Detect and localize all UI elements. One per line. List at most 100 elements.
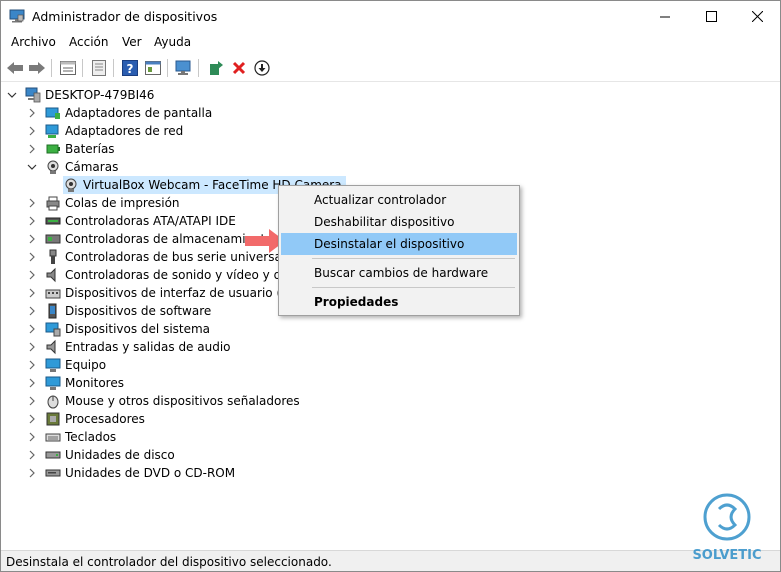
menu-ver[interactable]: Ver [122, 35, 142, 49]
close-icon [751, 11, 763, 22]
tree-item-label: Controladoras de sonido y vídeo y dispo [65, 268, 306, 282]
tree-item-label: Equipo [65, 358, 107, 372]
chevron-right-icon[interactable] [27, 234, 37, 244]
chevron-right-icon[interactable] [27, 378, 37, 388]
ctx-uninstall-device[interactable]: Desinstalar el dispositivo [281, 233, 517, 255]
chevron-right-icon[interactable] [27, 396, 37, 406]
tree-category-item[interactable]: Teclados [27, 428, 116, 446]
tree-category-item[interactable]: Cámaras [27, 158, 118, 176]
ctx-disable-device[interactable]: Deshabilitar dispositivo [281, 211, 517, 233]
tree-category-item[interactable]: Procesadores [27, 410, 145, 428]
chevron-right-icon[interactable] [27, 108, 37, 118]
red-x-icon [232, 61, 246, 75]
tree-item-label: Adaptadores de red [65, 124, 184, 138]
computer-icon [45, 358, 61, 372]
tree-root[interactable]: DESKTOP-479BI46 [7, 86, 154, 104]
ctx-properties[interactable]: Propiedades [281, 291, 517, 313]
ctx-scan-hardware[interactable]: Buscar cambios de hardware [281, 262, 517, 284]
tree-item-label: Dispositivos de interfaz de usuario (HID… [65, 286, 308, 300]
tree-category-item[interactable]: Unidades de disco [27, 446, 175, 464]
uninstall-button[interactable] [229, 58, 249, 78]
scan-hardware-button[interactable] [174, 58, 194, 78]
chevron-right-icon[interactable] [27, 144, 37, 154]
mouse-icon [47, 395, 59, 409]
svg-text:?: ? [127, 62, 134, 76]
tree-item-label: Adaptadores de pantalla [65, 106, 213, 120]
tree-item-label: Dispositivos del sistema [65, 322, 211, 336]
update-driver-icon [210, 61, 223, 75]
help-button[interactable]: ? [120, 58, 140, 78]
chevron-right-icon[interactable] [27, 450, 37, 460]
menu-bar: Archivo Acción Ver Ayuda [1, 32, 780, 54]
chevron-right-icon[interactable] [27, 414, 37, 424]
tree-category-item[interactable]: Baterías [27, 140, 115, 158]
minimize-button[interactable] [642, 1, 688, 32]
chevron-down-icon[interactable] [7, 90, 17, 100]
tree-item-label: Cámaras [65, 160, 119, 174]
maximize-button[interactable] [688, 1, 734, 32]
chevron-right-icon[interactable] [27, 432, 37, 442]
status-bar: Desinstala el controlador del dispositiv… [1, 550, 780, 571]
chevron-right-icon[interactable] [27, 288, 37, 298]
network-adapter-icon [45, 124, 59, 138]
chevron-right-icon[interactable] [27, 306, 37, 316]
tree-item-label: Entradas y salidas de audio [65, 340, 231, 354]
chevron-right-icon[interactable] [27, 126, 37, 136]
chevron-right-icon[interactable] [27, 324, 37, 334]
hid-icon [45, 289, 61, 299]
chevron-right-icon[interactable] [27, 360, 37, 370]
install-button[interactable] [252, 58, 272, 78]
tree-category-item[interactable]: Controladoras de almacenamiento [27, 230, 273, 248]
properties-button[interactable] [89, 58, 109, 78]
webcam-icon [65, 178, 77, 192]
tree-category-item[interactable]: Dispositivos del sistema [27, 320, 210, 338]
camera-icon [47, 160, 59, 174]
update-driver-button[interactable] [206, 58, 226, 78]
menu-ayuda[interactable]: Ayuda [154, 35, 191, 49]
tree-category-item[interactable]: Colas de impresión [27, 194, 180, 212]
minimize-icon [659, 16, 670, 18]
dvd-drive-icon [45, 469, 61, 477]
processor-icon [46, 412, 60, 426]
desktop-computer-icon [25, 87, 41, 103]
chevron-right-icon[interactable] [27, 216, 37, 226]
ctx-update-driver[interactable]: Actualizar controlador [281, 189, 517, 211]
properties-view-button[interactable] [58, 58, 78, 78]
tree-category-item[interactable]: Mouse y otros dispositivos señaladores [27, 392, 300, 410]
monitor-icon [45, 376, 61, 390]
chevron-right-icon[interactable] [27, 252, 37, 262]
tree-item-label: Unidades de disco [65, 448, 175, 462]
window-title: Administrador de dispositivos [32, 9, 218, 24]
download-circle-icon [254, 60, 270, 76]
help-icon: ? [122, 60, 138, 76]
watermark-logo-icon: SOLVETIC [692, 493, 762, 563]
tree-category-item[interactable]: Adaptadores de pantalla [27, 104, 212, 122]
tree-category-item[interactable]: Controladoras de sonido y vídeo y dispo [27, 266, 306, 284]
chevron-right-icon[interactable] [27, 270, 37, 280]
back-arrow-icon [7, 62, 23, 74]
tree-item-label: Monitores [65, 376, 124, 390]
tree-category-item[interactable]: Dispositivos de interfaz de usuario (HID… [27, 284, 308, 302]
back-button[interactable] [5, 58, 25, 78]
svg-text:SOLVETIC: SOLVETIC [692, 548, 761, 563]
chevron-down-icon[interactable] [27, 162, 37, 172]
tree-item-label: Unidades de DVD o CD-ROM [65, 466, 236, 480]
chevron-right-icon[interactable] [27, 468, 37, 478]
forward-button[interactable] [27, 58, 47, 78]
tree-category-item[interactable]: Entradas y salidas de audio [27, 338, 231, 356]
tree-category-item[interactable]: Dispositivos de software [27, 302, 211, 320]
battery-icon [46, 144, 60, 154]
scan-monitor-icon [175, 60, 191, 75]
chevron-right-icon[interactable] [27, 342, 37, 352]
action-view-button[interactable] [143, 58, 163, 78]
tree-category-item[interactable]: Monitores [27, 374, 124, 392]
tree-category-item[interactable]: Adaptadores de red [27, 122, 183, 140]
tree-category-item[interactable]: Equipo [27, 356, 106, 374]
root-label: DESKTOP-479BI46 [45, 88, 155, 102]
close-button[interactable] [734, 1, 780, 32]
tree-category-item[interactable]: Controladoras ATA/ATAPI IDE [27, 212, 236, 230]
chevron-right-icon[interactable] [27, 198, 37, 208]
menu-archivo[interactable]: Archivo [11, 35, 56, 49]
tree-category-item[interactable]: Unidades de DVD o CD-ROM [27, 464, 235, 482]
menu-accion[interactable]: Acción [69, 35, 108, 49]
